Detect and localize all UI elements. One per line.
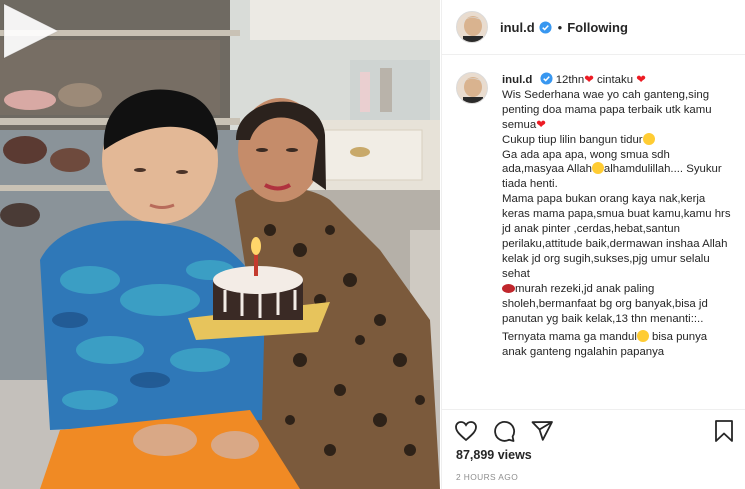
bookmark-icon[interactable] [712,419,736,443]
caption-text: inul.d 12thn❤ cintaku ❤ Wis Sederhana wa… [502,72,732,408]
post-side-panel: inul.d • Following inul.d 12thn❤ cintaku… [441,0,745,489]
caption-line: Ternyata mama ga mandul [502,331,637,344]
play-icon[interactable] [0,0,62,62]
laughing-emoji-icon [642,132,655,145]
username[interactable]: inul.d [500,20,535,35]
caption-line: Wis Sederhana wae yo cah ganteng,sing pe… [502,88,712,131]
caption-line: 12thn [555,74,585,86]
heart-icon[interactable] [454,419,478,443]
post-header: inul.d • Following [442,0,745,55]
comment-icon[interactable] [492,419,516,443]
verified-badge-icon [540,72,553,85]
caption-avatar[interactable] [456,72,488,104]
following-button[interactable]: Following [567,20,628,35]
post-video[interactable] [0,0,440,489]
video-frame-illustration [0,0,440,489]
heart-emoji-icon: ❤ [584,74,594,86]
avatar[interactable] [456,11,488,43]
post-timestamp[interactable]: 2 HOURS AGO [456,472,518,482]
caption-line: cintaku [596,74,634,86]
avatar-photo [457,73,487,103]
caption-line: murah rezeki,jd anak paling sholeh,berma… [502,282,708,325]
caption-username[interactable]: inul.d [502,74,532,86]
lips-emoji-icon [502,283,515,293]
heart-emoji-icon: ❤ [636,74,646,86]
share-icon[interactable] [530,419,554,443]
caption-line: Cukup tiup lilin bangun tidur [502,133,643,146]
action-bar [442,409,745,449]
laughing-emoji-icon [636,330,649,343]
avatar-photo [457,12,487,42]
separator-dot: • [557,19,563,35]
caption-line: Mama papa bukan orang kaya nak,kerja ker… [502,193,731,280]
smiling-emoji-icon [591,162,604,175]
heart-emoji-icon: ❤ [536,118,546,131]
view-count[interactable]: 87,899 views [456,448,532,462]
caption-area: inul.d 12thn❤ cintaku ❤ Wis Sederhana wa… [442,56,745,408]
verified-badge-icon [539,20,552,34]
